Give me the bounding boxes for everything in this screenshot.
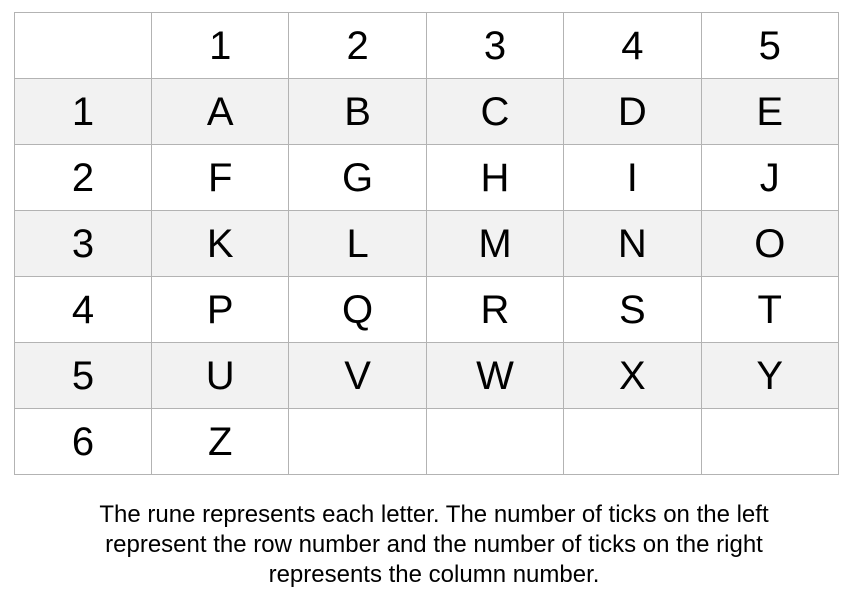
letter-cell: H [425,144,565,211]
letter-cell [563,408,702,475]
caption-line: The rune represents each letter. The num… [99,501,769,528]
row-header: 5 [14,342,152,409]
letter-cell [700,408,839,475]
caption-text: The rune represents each letter. The num… [20,500,848,590]
table-row: 2 F G H I J [14,144,839,211]
row-header: 6 [14,408,152,475]
letter-cell: E [700,78,839,145]
row-header: 1 [14,78,152,145]
letter-cell: O [700,210,839,277]
letter-cell: W [425,342,565,409]
column-header: 4 [563,12,702,79]
letter-cell: B [288,78,427,145]
caption-line: represent the row number and the number … [105,531,763,558]
row-header: 2 [14,144,152,211]
letter-cell: X [563,342,702,409]
table-row: 3 K L M N O [14,210,839,277]
row-header: 4 [14,276,152,343]
column-header: 2 [288,12,427,79]
letter-cell: I [563,144,702,211]
letter-cell: M [425,210,565,277]
letter-cell [425,408,565,475]
letter-cell: C [425,78,565,145]
row-header: 3 [14,210,152,277]
letter-cell: S [563,276,702,343]
letter-cell: U [150,342,290,409]
column-header: 3 [425,12,565,79]
letter-cell: G [288,144,427,211]
cipher-grid: 1 2 3 4 5 1 A B C D E 2 F G H I J 3 K L … [14,12,839,475]
header-row: 1 2 3 4 5 [14,12,839,79]
letter-cell: K [150,210,290,277]
letter-cell: R [425,276,565,343]
table-row: 5 U V W X Y [14,342,839,409]
letter-cell: A [150,78,290,145]
letter-cell: F [150,144,290,211]
letter-cell: J [700,144,839,211]
letter-cell: Y [700,342,839,409]
letter-cell [288,408,427,475]
letter-cell: T [700,276,839,343]
letter-cell: D [563,78,702,145]
letter-cell: Z [150,408,290,475]
corner-cell [14,12,152,79]
letter-cell: L [288,210,427,277]
letter-cell: N [563,210,702,277]
letter-cell: V [288,342,427,409]
table-row: 4 P Q R S T [14,276,839,343]
column-header: 1 [150,12,290,79]
column-header: 5 [700,12,839,79]
table-row: 1 A B C D E [14,78,839,145]
caption-line: represents the column number. [268,561,600,588]
letter-cell: P [150,276,290,343]
table-row: 6 Z [14,408,839,475]
letter-cell: Q [288,276,427,343]
